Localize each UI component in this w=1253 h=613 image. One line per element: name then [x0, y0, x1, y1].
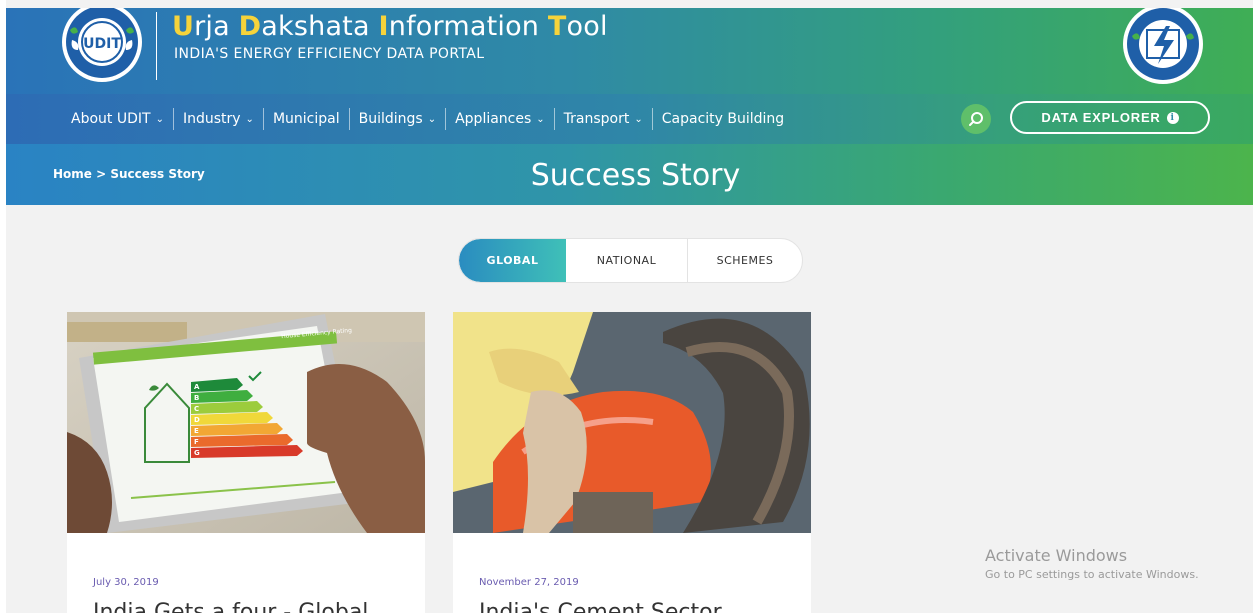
nav-item-buildings[interactable]: Buildings ⌄ [350, 111, 445, 127]
title-cap-d: D [238, 11, 262, 42]
site-subtitle: INDIA'S ENERGY EFFICIENCY DATA PORTAL [174, 46, 485, 62]
story-date: July 30, 2019 [93, 577, 159, 588]
tab-global[interactable]: GLOBAL [459, 239, 566, 282]
rating-g: G [194, 449, 200, 457]
story-image-cement[interactable] [453, 312, 811, 533]
nav-label-transport: Transport [563, 111, 630, 127]
tab-national[interactable]: NATIONAL [566, 239, 687, 282]
chevron-down-icon: ⌄ [155, 113, 164, 125]
logo-divider [156, 12, 157, 80]
site-header: UDIT Urja Dakshata Information Tool INDI… [6, 2, 1253, 94]
nav-item-transport[interactable]: Transport ⌄ [555, 111, 652, 127]
info-icon: i [1166, 111, 1179, 124]
rating-c: C [194, 405, 199, 413]
rating-f: F [194, 438, 199, 446]
nav-item-appliances[interactable]: Appliances ⌄ [446, 111, 554, 127]
chevron-down-icon: ⌄ [634, 113, 643, 125]
watermark-line2: Go to PC settings to activate Windows. [985, 568, 1199, 581]
nav-label-municipal: Municipal [272, 111, 340, 127]
title-rest-t: ool [566, 11, 608, 42]
nav-label-industry: Industry [182, 111, 241, 127]
activate-windows-watermark: Activate Windows Go to PC settings to ac… [985, 546, 1199, 581]
nav-item-capacity-building[interactable]: Capacity Building [653, 111, 793, 127]
watermark-line1: Activate Windows [985, 546, 1128, 565]
page-banner: Home > Success Story Success Story [6, 144, 1253, 205]
nav-items: About UDIT ⌄ Industry ⌄ Municipal Buildi… [62, 94, 793, 144]
main-nav: About UDIT ⌄ Industry ⌄ Municipal Buildi… [6, 94, 1253, 144]
story-title[interactable]: India Gets a four - Global... [93, 600, 389, 613]
title-cap-u: U [172, 11, 195, 42]
site-title: Urja Dakshata Information Tool [172, 11, 608, 42]
title-rest-d: akshata [261, 11, 379, 42]
nav-label-buildings: Buildings [358, 111, 423, 127]
search-icon [969, 112, 983, 126]
title-cap-t: T [547, 11, 567, 42]
story-card[interactable]: November 27, 2019 India's Cement Sector [453, 312, 811, 613]
udit-logo[interactable]: UDIT [50, 2, 154, 86]
nav-label-appliances: Appliances [455, 111, 532, 127]
search-button[interactable] [961, 104, 991, 134]
rating-a: A [194, 383, 200, 391]
story-tabs: GLOBAL NATIONAL SCHEMES [458, 238, 803, 283]
data-explorer-label: DATA EXPLORER [1041, 110, 1161, 125]
tab-schemes[interactable]: SCHEMES [688, 239, 802, 282]
story-card[interactable]: House Efficiency Rating A B C D E F G Ju… [67, 312, 425, 613]
nav-item-municipal[interactable]: Municipal [264, 111, 349, 127]
rating-d: D [194, 416, 200, 424]
page-title-text: Success Story [530, 158, 741, 193]
nav-item-about[interactable]: About UDIT ⌄ [62, 111, 173, 127]
title-rest-i: nformation [388, 11, 548, 42]
nav-label-about: About UDIT [71, 111, 151, 127]
page-title: Success Story [6, 158, 1253, 193]
rating-e: E [194, 427, 199, 435]
story-date: November 27, 2019 [479, 577, 579, 588]
title-rest-u: rja [194, 11, 239, 42]
title-cap-i: I [378, 11, 389, 42]
chevron-down-icon: ⌄ [536, 113, 545, 125]
rating-b: B [194, 394, 199, 402]
bee-logo[interactable] [1116, 4, 1210, 88]
nav-item-industry[interactable]: Industry ⌄ [174, 111, 263, 127]
data-explorer-button[interactable]: DATA EXPLORER i [1010, 101, 1210, 134]
udit-logo-text: UDIT [83, 36, 121, 52]
story-title[interactable]: India's Cement Sector [479, 600, 722, 613]
nav-label-capacity-building: Capacity Building [661, 111, 785, 127]
story-image-tablet[interactable]: House Efficiency Rating A B C D E F G [67, 312, 425, 533]
chevron-down-icon: ⌄ [427, 113, 437, 125]
chevron-down-icon: ⌄ [245, 113, 254, 125]
